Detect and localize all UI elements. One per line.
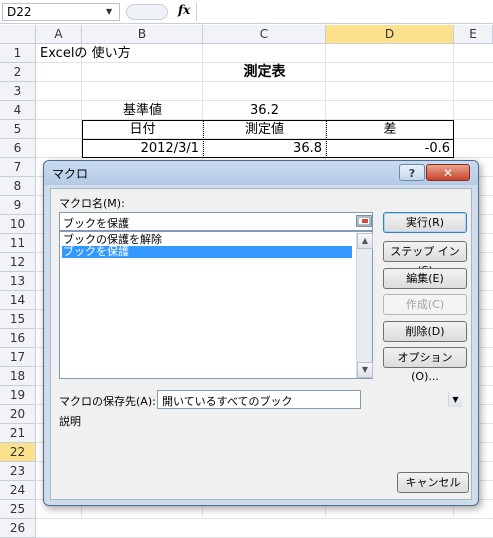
cancel-button[interactable]: キャンセル	[397, 472, 469, 493]
vertical-scrollbar[interactable]: ▲ ▼	[356, 233, 373, 378]
formula-bar: D22 ▼ fx	[0, 0, 493, 24]
row-header-3[interactable]: 3	[0, 82, 36, 101]
row-header-17[interactable]: 17	[0, 348, 36, 367]
cell-value[interactable]: 36.8	[203, 139, 322, 158]
list-item-selected[interactable]: ブックを保護	[62, 246, 352, 258]
column-header-b[interactable]: B	[82, 25, 203, 44]
step-into-button[interactable]: ステップ イン(S)	[383, 241, 467, 277]
row-header-4[interactable]: 4	[0, 101, 36, 120]
formula-bar-resize-handle[interactable]	[126, 4, 168, 20]
macro-name-label: マクロ名(M):	[59, 197, 125, 210]
select-all-corner[interactable]	[0, 25, 36, 44]
dialog-titlebar[interactable]: マクロ ? ✕	[44, 161, 478, 185]
cell-header-value[interactable]: 測定値	[203, 120, 326, 139]
macro-name-value: ブックを保護	[63, 217, 129, 230]
macro-list[interactable]: ブックの保護を解除 ブックを保護 ▲ ▼	[59, 231, 373, 379]
cell-title[interactable]: 測定表	[203, 63, 326, 82]
dialog-title: マクロ	[52, 167, 89, 181]
row-header-22[interactable]: 22	[0, 443, 36, 462]
macro-name-input[interactable]: ブックを保護	[59, 212, 373, 231]
row-header-12[interactable]: 12	[0, 253, 36, 272]
cell-header-diff[interactable]: 差	[326, 120, 454, 139]
cell-a1[interactable]: Excelの 使い方	[40, 44, 131, 63]
column-header-d[interactable]: D	[326, 25, 454, 44]
row-header-10[interactable]: 10	[0, 215, 36, 234]
row-header-21[interactable]: 21	[0, 424, 36, 443]
formula-input[interactable]	[196, 3, 491, 21]
row-header-9[interactable]: 9	[0, 196, 36, 215]
row-header-15[interactable]: 15	[0, 310, 36, 329]
chevron-down-icon[interactable]: ▼	[448, 392, 462, 407]
cell-baseline-value[interactable]: 36.2	[203, 101, 326, 120]
row-header-16[interactable]: 16	[0, 329, 36, 348]
row-header-26[interactable]: 26	[0, 519, 36, 538]
scroll-up-icon[interactable]: ▲	[357, 233, 373, 249]
scroll-down-icon[interactable]: ▼	[357, 362, 373, 378]
row-header-25[interactable]: 25	[0, 500, 36, 519]
help-button[interactable]: ?	[399, 164, 425, 181]
cell-date[interactable]: 2012/3/1	[82, 139, 199, 158]
column-header-c[interactable]: C	[203, 25, 326, 44]
row-header-18[interactable]: 18	[0, 367, 36, 386]
create-button[interactable]: 作成(C)	[383, 294, 467, 315]
row-header-19[interactable]: 19	[0, 386, 36, 405]
column-header-e[interactable]: E	[454, 25, 493, 44]
row-header-2[interactable]: 2	[0, 63, 36, 82]
row-header-7[interactable]: 7	[0, 158, 36, 177]
options-button[interactable]: オプション(O)...	[383, 347, 467, 383]
run-button[interactable]: 実行(R)	[383, 212, 467, 233]
macro-dialog: マクロ ? ✕ マクロ名(M): ブックを保護 ブックの保護を解除 ブックを保護…	[43, 160, 479, 506]
row-header-20[interactable]: 20	[0, 405, 36, 424]
macro-store-value: 開いているすべてのブック	[162, 395, 293, 408]
row-header-23[interactable]: 23	[0, 462, 36, 481]
row-header-13[interactable]: 13	[0, 272, 36, 291]
edit-button[interactable]: 編集(E)	[383, 268, 467, 289]
row-header-14[interactable]: 14	[0, 291, 36, 310]
row-header-5[interactable]: 5	[0, 120, 36, 139]
cell-diff[interactable]: -0.6	[326, 139, 450, 158]
row-header-24[interactable]: 24	[0, 481, 36, 500]
row-header-1[interactable]: 1	[0, 44, 36, 63]
close-button[interactable]: ✕	[426, 164, 470, 181]
column-header-a[interactable]: A	[36, 25, 82, 44]
cell-baseline-label[interactable]: 基準値	[82, 101, 203, 120]
insert-function-icon[interactable]: fx	[178, 3, 190, 17]
gridline	[36, 518, 493, 519]
row-header-8[interactable]: 8	[0, 177, 36, 196]
row-header-11[interactable]: 11	[0, 234, 36, 253]
cell-header-date[interactable]: 日付	[82, 120, 203, 139]
store-label: マクロの保存先(A):	[59, 395, 156, 408]
chevron-down-icon[interactable]: ▼	[106, 3, 112, 21]
description-label: 説明	[59, 415, 81, 428]
collapse-dialog-icon[interactable]	[356, 215, 372, 227]
dialog-body: マクロ名(M): ブックを保護 ブックの保護を解除 ブックを保護 ▲ ▼ 実行(…	[50, 188, 472, 500]
macro-store-select[interactable]: 開いているすべてのブック ▼	[157, 390, 462, 409]
delete-button[interactable]: 削除(D)	[383, 321, 467, 342]
name-box[interactable]: D22	[2, 3, 120, 21]
row-header-6[interactable]: 6	[0, 139, 36, 158]
